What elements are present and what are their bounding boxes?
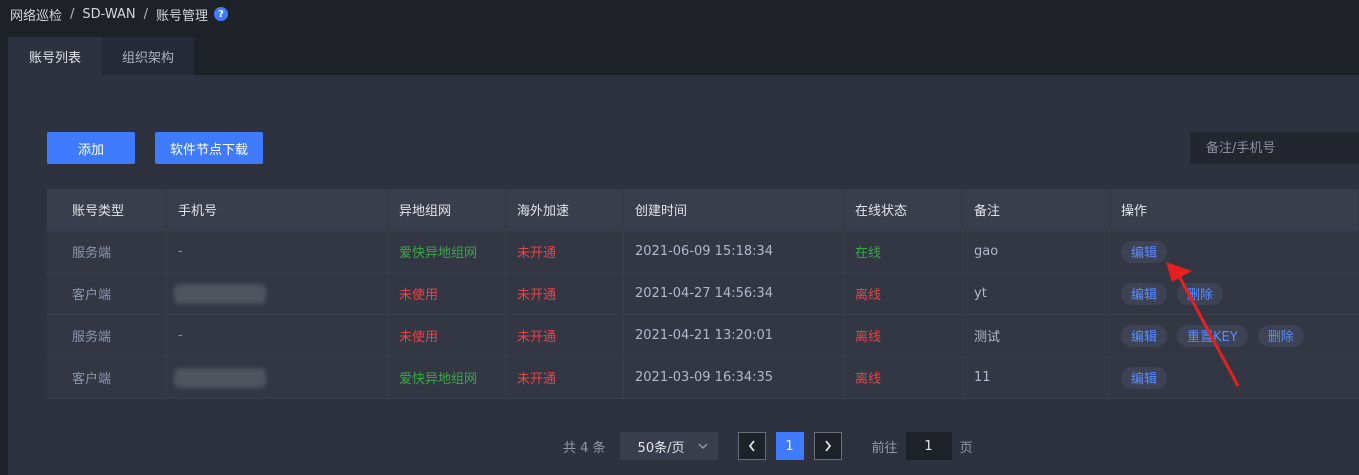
breadcrumb: 网络巡检 / SD-WAN / 账号管理 ? xyxy=(10,4,228,24)
cell-actions: 编辑 xyxy=(1110,357,1359,398)
table-row: 客户端 爱快异地组网 未开通 2021-03-09 16:34:35 离线 11… xyxy=(47,357,1359,399)
table-row: 服务端 - 未使用 未开通 2021-04-21 13:20:01 离线 测试 … xyxy=(47,315,1359,357)
pagination-total: 共 4 条 xyxy=(563,440,606,456)
header-online-status: 在线状态 xyxy=(844,189,963,230)
cell-overseas-accel: 未开通 xyxy=(506,231,624,272)
header-remote-network: 异地组网 xyxy=(388,189,506,230)
goto-page-input[interactable] xyxy=(905,432,952,460)
page-size-select[interactable]: 50条/页 xyxy=(619,432,718,460)
table-row: 服务端 - 爱快异地组网 未开通 2021-06-09 15:18:34 在线 … xyxy=(47,231,1359,273)
cell-actions: 编辑 xyxy=(1110,231,1359,272)
tab-org-structure[interactable]: 组织架构 xyxy=(102,37,194,75)
header-actions: 操作 xyxy=(1110,189,1359,230)
cell-phone xyxy=(167,357,388,398)
chevron-down-icon xyxy=(698,443,708,449)
header-overseas-accel: 海外加速 xyxy=(506,189,624,230)
redacted-phone-blur xyxy=(174,367,266,388)
cell-remote-network: 未使用 xyxy=(388,273,506,314)
chevron-left-icon xyxy=(748,440,755,452)
cell-phone: - xyxy=(167,231,388,272)
cell-remark: yt xyxy=(963,273,1110,314)
download-node-button[interactable]: 软件节点下载 xyxy=(155,132,263,164)
table-row: 客户端 未使用 未开通 2021-04-27 14:56:34 离线 yt 编辑… xyxy=(47,273,1359,315)
breadcrumb-separator: / xyxy=(143,6,148,22)
cell-overseas-accel: 未开通 xyxy=(506,315,624,356)
cell-remote-network: 爱快异地组网 xyxy=(388,231,506,272)
tab-account-list[interactable]: 账号列表 xyxy=(8,37,102,75)
goto-prefix: 前往 xyxy=(871,440,898,456)
header-remark: 备注 xyxy=(963,189,1110,230)
header-account-type: 账号类型 xyxy=(47,189,167,230)
cell-phone: - xyxy=(167,315,388,356)
cell-account-type: 服务端 xyxy=(47,315,167,356)
account-table: 账号类型 手机号 异地组网 海外加速 创建时间 在线状态 备注 操作 服务端 -… xyxy=(47,189,1359,399)
cell-actions: 编辑 重置KEY 删除 xyxy=(1110,315,1359,356)
cell-online-status: 在线 xyxy=(844,231,963,272)
cell-overseas-accel: 未开通 xyxy=(506,357,624,398)
breadcrumb-item-sdwan[interactable]: SD-WAN xyxy=(82,7,135,22)
search-input[interactable] xyxy=(1190,132,1359,164)
cell-online-status: 离线 xyxy=(844,357,963,398)
breadcrumb-item-network-inspection[interactable]: 网络巡检 xyxy=(10,5,62,24)
cell-account-type: 服务端 xyxy=(47,231,167,272)
cell-account-type: 客户端 xyxy=(47,357,167,398)
cell-phone xyxy=(167,273,388,314)
prev-page-button[interactable] xyxy=(737,432,766,460)
page-number-1[interactable]: 1 xyxy=(775,432,804,460)
cell-remark: gao xyxy=(963,231,1110,272)
table-header-row: 账号类型 手机号 异地组网 海外加速 创建时间 在线状态 备注 操作 xyxy=(47,189,1359,231)
help-icon[interactable]: ? xyxy=(214,7,228,21)
chevron-right-icon xyxy=(824,440,831,452)
page-size-value: 50条/页 xyxy=(637,440,685,456)
cell-online-status: 离线 xyxy=(844,315,963,356)
cell-created-time: 2021-04-27 14:56:34 xyxy=(624,273,844,314)
breadcrumb-item-account-management: 账号管理 xyxy=(155,8,208,24)
next-page-button[interactable] xyxy=(813,432,842,460)
header-phone: 手机号 xyxy=(167,189,388,230)
goto-suffix: 页 xyxy=(959,440,973,456)
reset-key-button[interactable]: 重置KEY xyxy=(1177,324,1248,347)
redacted-phone-blur xyxy=(174,283,266,304)
cell-created-time: 2021-04-21 13:20:01 xyxy=(624,315,844,356)
edit-button[interactable]: 编辑 xyxy=(1121,324,1168,347)
add-button[interactable]: 添加 xyxy=(47,132,135,164)
delete-button[interactable]: 删除 xyxy=(1177,282,1224,305)
cell-remote-network: 未使用 xyxy=(388,315,506,356)
pagination: 共 4 条 50条/页 1 前往 页 xyxy=(563,432,973,460)
cell-online-status: 离线 xyxy=(844,273,963,314)
header-created-time: 创建时间 xyxy=(624,189,844,230)
cell-created-time: 2021-06-09 15:18:34 xyxy=(624,231,844,272)
cell-overseas-accel: 未开通 xyxy=(506,273,624,314)
cell-remark: 11 xyxy=(963,357,1110,398)
edit-button[interactable]: 编辑 xyxy=(1121,240,1168,263)
cell-remark: 测试 xyxy=(963,315,1110,356)
cell-actions: 编辑 删除 xyxy=(1110,273,1359,314)
tab-bar: 账号列表 组织架构 xyxy=(8,37,194,75)
edit-button[interactable]: 编辑 xyxy=(1121,366,1168,389)
edit-button[interactable]: 编辑 xyxy=(1121,282,1168,305)
cell-created-time: 2021-03-09 16:34:35 xyxy=(624,357,844,398)
cell-remote-network: 爱快异地组网 xyxy=(388,357,506,398)
breadcrumb-separator: / xyxy=(70,6,75,22)
delete-button[interactable]: 删除 xyxy=(1257,324,1304,347)
cell-account-type: 客户端 xyxy=(47,273,167,314)
